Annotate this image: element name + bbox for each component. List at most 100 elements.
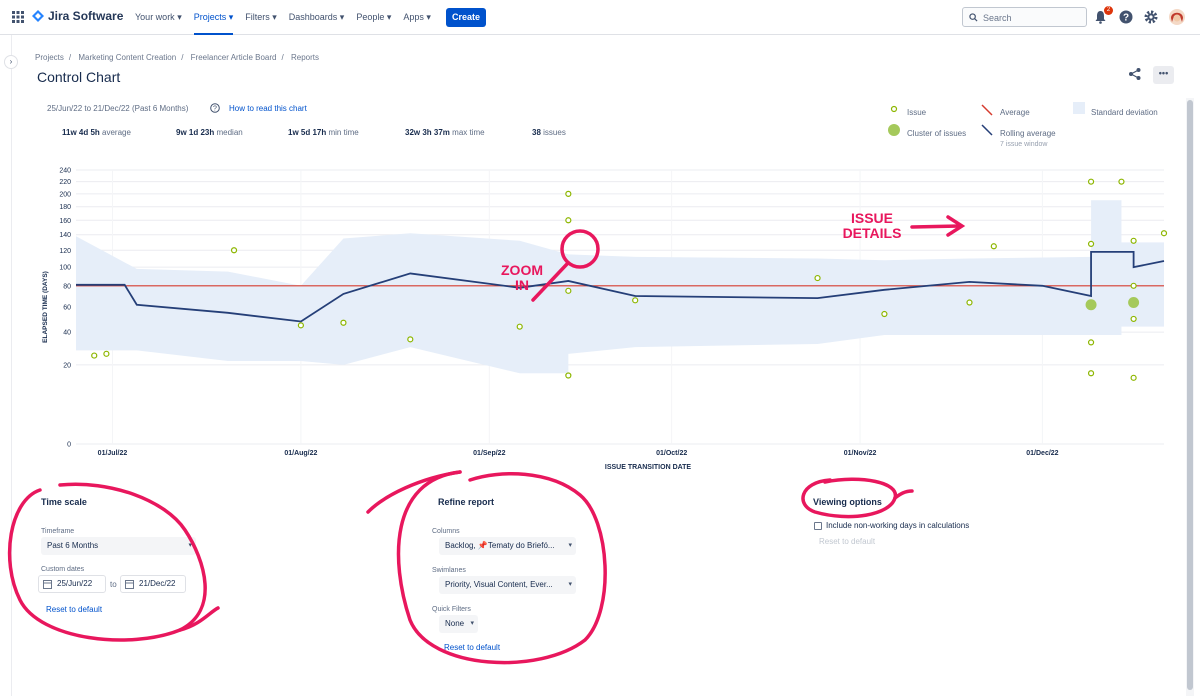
nonworking-days-checkbox[interactable] [814,522,822,530]
average-legend-icon [981,104,993,116]
columns-value: Backlog, 📌Tematy do Briefó... [445,541,555,550]
report-date-range: 25/Jun/22 to 21/Dec/22 (Past 6 Months) [47,104,189,113]
main-menu: Your work ▾ Projects ▾ Filters ▾ Dashboa… [135,0,443,35]
annotation-circle-viewing-tail [893,489,914,500]
issue-point [1130,237,1137,244]
issue-point [990,243,997,250]
breadcrumb: Projects / Marketing Content Creation / Fr… [35,53,319,62]
quick-filters-value: None [445,619,465,628]
issue-point [1130,315,1137,323]
menu-dashboards[interactable]: Dashboards ▾ [289,0,345,35]
menu-filters[interactable]: Filters ▾ [245,0,277,35]
issue-point [565,372,572,379]
search-input[interactable]: Search [962,7,1087,27]
stat-label: max time [452,128,485,137]
y-tick-label: 180 [59,204,71,211]
y-axis-title: ELAPSED TIME (DAYS) [42,271,49,343]
columns-label: Columns [432,528,460,535]
issue-legend-icon [890,105,898,113]
legend-issue: Issue [907,108,927,117]
control-chart[interactable]: 0 20 40 60 80 100 120 140 160 180 200 220 240 01/Jul/… [40,162,1170,474]
issue-point [1087,370,1095,377]
x-tick-label: 01/Sep/22 [473,450,505,457]
timeframe-label: Timeframe [41,528,75,535]
swimlanes-value: Priority, Visual Content, Ever... [445,580,553,589]
issue-point [1130,374,1137,381]
quick-filters-select[interactable]: None ▾ [439,615,478,633]
y-tick-label: 220 [59,179,71,186]
stat-median: 9w 1d 23h median [176,128,243,137]
rolling-legend-icon [981,124,993,136]
breadcrumb-project[interactable]: Marketing Content Creation [78,53,176,62]
issue-point [230,247,238,254]
issue-point [1087,240,1095,247]
annotation-circle-refine [396,470,607,665]
issue-point [1160,230,1168,237]
annotation-issue-details: ISSUE DETAILS [842,211,902,241]
y-tick-label: 60 [63,305,71,312]
x-tick-label: 01/Jul/22 [98,450,128,457]
stat-average: 11w 4d 5h average [62,128,131,137]
issue-point [966,299,973,306]
y-tick-label: 40 [63,330,71,337]
how-to-read-link[interactable]: How to read this chart [229,104,307,113]
scrollbar-thumb[interactable] [1187,100,1193,690]
jira-logo[interactable]: Jira Software [32,9,123,23]
to-date-value: 21/Dec/22 [139,579,176,588]
legend-std: Standard deviation [1091,108,1158,117]
stat-value: 11w 4d 5h [62,128,100,137]
menu-apps[interactable]: Apps ▾ [403,0,431,35]
time-scale-reset-link[interactable]: Reset to default [46,605,102,614]
settings-gear-icon[interactable] [1144,10,1158,24]
breadcrumb-board[interactable]: Freelancer Article Board [191,53,277,62]
y-tick-label: 20 [63,362,71,369]
y-tick-label: 160 [59,218,71,225]
std-legend-swatch [1073,102,1085,114]
sidebar-expand-button[interactable]: › [4,55,18,69]
chevron-down-icon: ▾ [568,542,572,549]
x-tick-label: 01/Oct/22 [656,450,687,457]
share-icon[interactable] [1127,66,1143,82]
menu-people[interactable]: People ▾ [356,0,391,35]
y-tick-label: 100 [59,265,71,272]
menu-your-work[interactable]: Your work ▾ [135,0,182,35]
search-placeholder: Search [983,13,1012,23]
annotation-zoom-in-text: ZOOM IN [501,262,543,293]
from-date-value: 25/Jun/22 [57,579,93,588]
issue-point [516,323,523,330]
refine-reset-link[interactable]: Reset to default [444,643,500,652]
breadcrumb-projects[interactable]: Projects [35,53,64,62]
stat-label: issues [543,128,566,137]
jira-logo-icon [32,9,44,22]
columns-select[interactable]: Backlog, 📌Tematy do Briefó... ▾ [439,537,576,555]
help-icon[interactable]: ? [1119,10,1133,24]
stat-min: 1w 5d 17h min time [288,128,359,137]
stat-label: median [216,128,243,137]
from-date-input[interactable]: 25/Jun/22 [38,575,106,593]
stat-issues: 38 issues [532,128,566,137]
menu-projects[interactable]: Projects ▾ [193,0,233,35]
breadcrumb-reports[interactable]: Reports [291,53,319,62]
legend-cluster: Cluster of issues [907,129,967,138]
y-tick-label: 240 [59,168,71,175]
x-axis-title: ISSUE TRANSITION DATE [605,464,692,471]
stat-value: 32w 3h 37m [405,128,450,137]
x-tick-label: 01/Nov/22 [844,450,877,457]
cluster-point [1085,299,1097,311]
issue-point [91,352,98,359]
app-switcher-icon[interactable] [12,11,24,23]
issue-point [103,350,110,357]
timeframe-select[interactable]: Past 6 Months ▾ [41,537,196,555]
issue-point [340,319,347,326]
more-actions-button[interactable]: ••• [1153,66,1174,84]
to-date-input[interactable]: 21/Dec/22 [120,575,186,593]
issue-point [1130,282,1137,289]
create-button[interactable]: Create [446,8,486,27]
stat-max: 32w 3h 37m max time [405,128,485,137]
legend-average: Average [1000,108,1030,117]
swimlanes-select[interactable]: Priority, Visual Content, Ever... ▾ [439,576,576,594]
notification-badge: 2 [1104,6,1113,15]
user-avatar[interactable] [1169,8,1185,26]
top-navigation: Jira Software Your work ▾ Projects ▾ Fil… [0,0,1200,35]
y-tick-label: 0 [67,442,71,449]
